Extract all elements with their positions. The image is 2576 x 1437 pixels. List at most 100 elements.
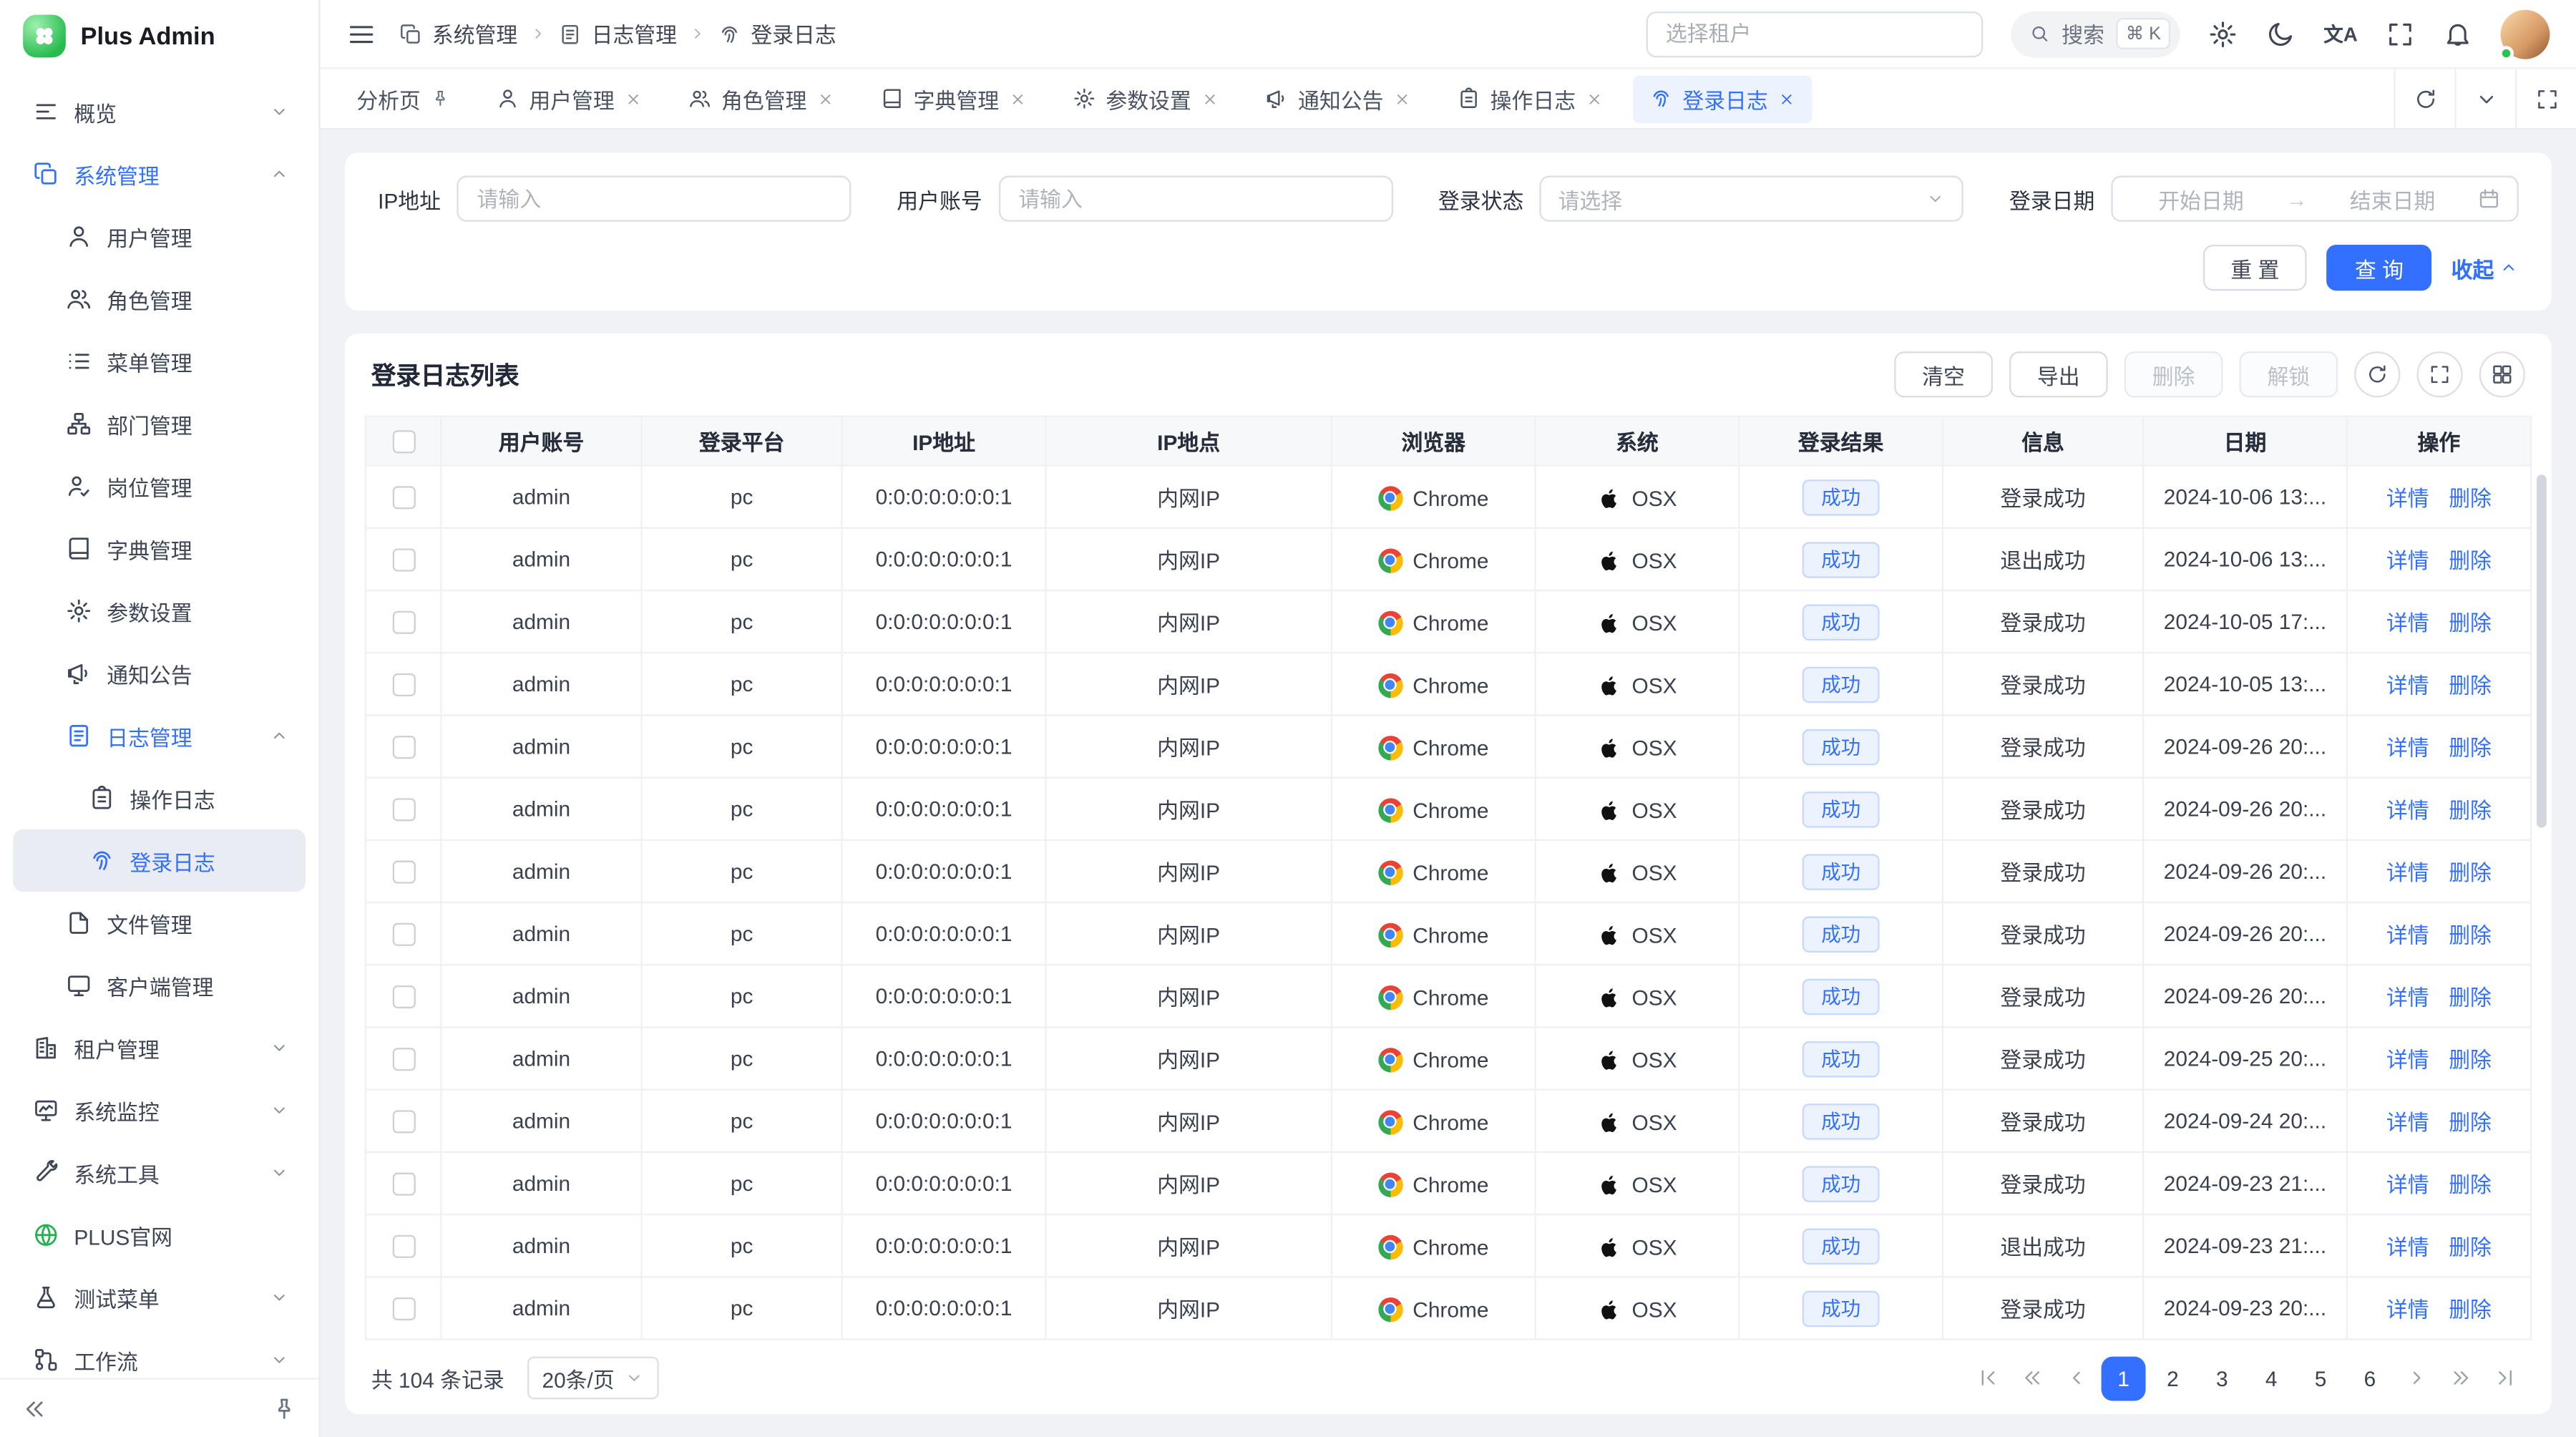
sidebar-item-plus-website[interactable]: PLUS官网 bbox=[13, 1204, 306, 1266]
page-size-select[interactable]: 20条/页 bbox=[527, 1357, 659, 1400]
page-3-button[interactable]: 3 bbox=[2200, 1355, 2244, 1400]
jump-back-button[interactable] bbox=[2013, 1358, 2052, 1398]
sidebar-item-log-management[interactable]: 日志管理 bbox=[13, 705, 306, 767]
remove-link[interactable]: 删除 bbox=[2449, 985, 2492, 1010]
tab-notice[interactable]: 通知公告 bbox=[1249, 74, 1428, 122]
column-settings-icon[interactable] bbox=[2479, 351, 2525, 397]
tab-login-log[interactable]: 登录日志 bbox=[1633, 74, 1812, 122]
remove-link[interactable]: 删除 bbox=[2449, 861, 2492, 885]
table-scrollbar[interactable] bbox=[2537, 472, 2547, 1335]
tab-close-icon[interactable] bbox=[1009, 89, 1027, 107]
detail-link[interactable]: 详情 bbox=[2386, 1173, 2429, 1197]
remove-link[interactable]: 删除 bbox=[2449, 736, 2492, 760]
remove-link[interactable]: 删除 bbox=[2449, 1173, 2492, 1197]
row-checkbox[interactable] bbox=[392, 611, 415, 634]
page-2-button[interactable]: 2 bbox=[2150, 1355, 2195, 1400]
remove-link[interactable]: 删除 bbox=[2449, 486, 2492, 510]
detail-link[interactable]: 详情 bbox=[2386, 1297, 2429, 1322]
detail-link[interactable]: 详情 bbox=[2386, 861, 2429, 885]
tab-param-settings[interactable]: 参数设置 bbox=[1056, 74, 1235, 122]
collapse-filters-link[interactable]: 收起 bbox=[2451, 252, 2519, 283]
refresh-page-icon[interactable] bbox=[2394, 69, 2454, 128]
tab-analysis[interactable]: 分析页 bbox=[340, 74, 467, 122]
sidebar-item-file-management[interactable]: 文件管理 bbox=[13, 892, 306, 954]
tab-close-icon[interactable] bbox=[1393, 89, 1411, 107]
detail-link[interactable]: 详情 bbox=[2386, 736, 2429, 760]
sidebar-item-param-settings[interactable]: 参数设置 bbox=[13, 580, 306, 642]
sidebar-item-menu-management[interactable]: 菜单管理 bbox=[13, 330, 306, 392]
sidebar-item-post-management[interactable]: 岗位管理 bbox=[13, 455, 306, 517]
next-page-button[interactable] bbox=[2397, 1358, 2436, 1398]
page-6-button[interactable]: 6 bbox=[2348, 1355, 2392, 1400]
fullscreen-table-icon[interactable] bbox=[2416, 351, 2462, 397]
page-4-button[interactable]: 4 bbox=[2249, 1355, 2293, 1400]
breadcrumb-item-login-log[interactable]: 登录日志 bbox=[718, 18, 836, 49]
detail-link[interactable]: 详情 bbox=[2386, 923, 2429, 948]
page-1-button[interactable]: 1 bbox=[2102, 1355, 2146, 1400]
account-filter-input[interactable] bbox=[999, 176, 1393, 222]
select-all-checkbox[interactable] bbox=[392, 431, 415, 454]
detail-link[interactable]: 详情 bbox=[2386, 548, 2429, 573]
row-checkbox[interactable] bbox=[392, 923, 415, 946]
tab-menu-icon[interactable] bbox=[2454, 69, 2515, 128]
query-button[interactable]: 查 询 bbox=[2327, 245, 2431, 291]
detail-link[interactable]: 详情 bbox=[2386, 486, 2429, 510]
clear-button[interactable]: 清空 bbox=[1894, 351, 1993, 397]
detail-link[interactable]: 详情 bbox=[2386, 673, 2429, 698]
status-filter-select[interactable]: 请选择 bbox=[1540, 176, 1963, 222]
tab-close-icon[interactable] bbox=[1586, 89, 1604, 107]
notifications-icon[interactable] bbox=[2443, 19, 2472, 48]
row-checkbox[interactable] bbox=[392, 674, 415, 697]
remove-link[interactable]: 删除 bbox=[2449, 1048, 2492, 1072]
sidebar-item-overview[interactable]: 概览 bbox=[13, 80, 306, 142]
sidebar-item-login-log[interactable]: 登录日志 bbox=[13, 829, 306, 892]
breadcrumb-item-system-management[interactable]: 系统管理 bbox=[399, 18, 517, 49]
sidebar-item-dept-management[interactable]: 部门管理 bbox=[13, 392, 306, 454]
prev-page-button[interactable] bbox=[2057, 1358, 2097, 1398]
sidebar-item-role-management[interactable]: 角色管理 bbox=[13, 268, 306, 330]
page-5-button[interactable]: 5 bbox=[2298, 1355, 2343, 1400]
settings-icon[interactable] bbox=[2209, 19, 2238, 48]
sidebar-item-tenant-management[interactable]: 租户管理 bbox=[13, 1017, 306, 1079]
jump-forward-button[interactable] bbox=[2441, 1358, 2481, 1398]
remove-link[interactable]: 删除 bbox=[2449, 1235, 2492, 1260]
tab-close-icon[interactable] bbox=[1201, 89, 1219, 107]
unlock-button[interactable]: 解锁 bbox=[2239, 351, 2338, 397]
last-page-button[interactable] bbox=[2486, 1358, 2525, 1398]
row-checkbox[interactable] bbox=[392, 1298, 415, 1321]
detail-link[interactable]: 详情 bbox=[2386, 1110, 2429, 1134]
date-range-picker[interactable]: 开始日期 → 结束日期 bbox=[2111, 176, 2518, 222]
remove-link[interactable]: 删除 bbox=[2449, 673, 2492, 698]
detail-link[interactable]: 详情 bbox=[2386, 611, 2429, 635]
reset-button[interactable]: 重 置 bbox=[2202, 245, 2307, 291]
toggle-sidebar-icon[interactable] bbox=[346, 19, 376, 48]
sidebar-item-system-management[interactable]: 系统管理 bbox=[13, 143, 306, 205]
row-checkbox[interactable] bbox=[392, 1048, 415, 1071]
delete-button[interactable]: 删除 bbox=[2124, 351, 2223, 397]
scrollbar-thumb[interactable] bbox=[2537, 474, 2547, 827]
dark-mode-icon[interactable] bbox=[2266, 19, 2296, 48]
row-checkbox[interactable] bbox=[392, 1235, 415, 1258]
app-logo[interactable]: Plus Admin bbox=[0, 0, 318, 72]
avatar[interactable] bbox=[2501, 9, 2550, 59]
refresh-table-icon[interactable] bbox=[2354, 351, 2400, 397]
collapse-sidebar-icon[interactable] bbox=[21, 1395, 48, 1422]
remove-link[interactable]: 删除 bbox=[2449, 923, 2492, 948]
row-checkbox[interactable] bbox=[392, 1173, 415, 1196]
remove-link[interactable]: 删除 bbox=[2449, 548, 2492, 573]
first-page-button[interactable] bbox=[1968, 1358, 2008, 1398]
breadcrumb-item-log-management[interactable]: 日志管理 bbox=[559, 18, 677, 49]
pin-sidebar-icon[interactable] bbox=[271, 1395, 298, 1422]
row-checkbox[interactable] bbox=[392, 736, 415, 759]
sidebar-item-operation-log[interactable]: 操作日志 bbox=[13, 767, 306, 829]
sidebar-item-dict-management[interactable]: 字典管理 bbox=[13, 517, 306, 580]
remove-link[interactable]: 删除 bbox=[2449, 1110, 2492, 1134]
remove-link[interactable]: 删除 bbox=[2449, 611, 2492, 635]
sidebar-item-workflow[interactable]: 工作流 bbox=[13, 1329, 306, 1378]
tab-operation-log[interactable]: 操作日志 bbox=[1441, 74, 1620, 122]
tab-close-icon[interactable] bbox=[625, 89, 643, 107]
tab-close-icon[interactable] bbox=[816, 89, 834, 107]
sidebar-item-user-management[interactable]: 用户管理 bbox=[13, 205, 306, 268]
sidebar-item-system-monitor[interactable]: 系统监控 bbox=[13, 1079, 306, 1141]
detail-link[interactable]: 详情 bbox=[2386, 1235, 2429, 1260]
